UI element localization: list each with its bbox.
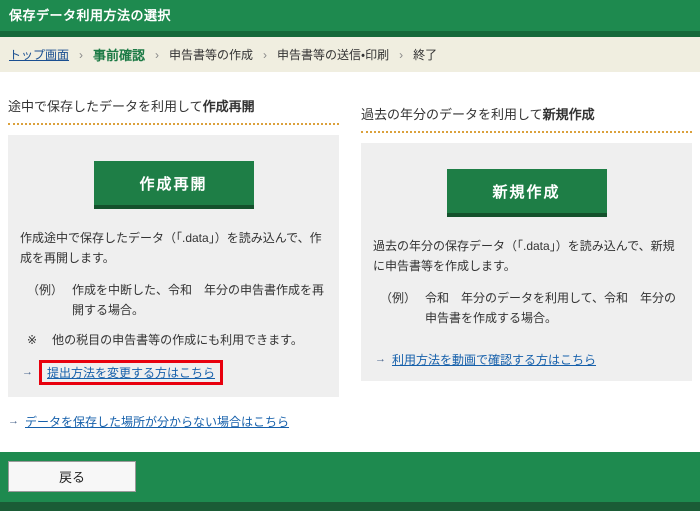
chevron-right-icon: › — [399, 48, 403, 62]
note-text: 他の税目の申告書等の作成にも利用できます。 — [52, 330, 327, 350]
resume-note: ※ 他の税目の申告書等の作成にも利用できます。 — [20, 330, 327, 350]
resume-example: （例） 作成を中断した、令和 年分の申告書作成を再開する場合。 — [20, 280, 327, 321]
red-highlight-box: 提出方法を変更する方はこちら — [39, 360, 223, 385]
change-submission-link-row: → 提出方法を変更する方はこちら — [20, 360, 327, 385]
chevron-right-icon: › — [79, 48, 83, 62]
saved-location-link-row: → データを保存した場所が分からない場合はこちら — [8, 413, 339, 430]
page-title: 保存データ利用方法の選択 — [0, 0, 700, 31]
example-label: （例） — [380, 288, 416, 329]
arrow-right-icon: → — [375, 353, 386, 365]
dotted-divider — [8, 123, 339, 125]
resume-heading-prefix: 途中で保存したデータを利用して — [8, 99, 203, 114]
breadcrumb-step-send-print: 申告書等の送信・印刷 — [277, 46, 389, 63]
dotted-divider — [361, 131, 692, 133]
resume-heading: 途中で保存したデータを利用して作成再開 — [8, 96, 339, 115]
breadcrumb-step-finish: 終了 — [413, 46, 437, 63]
resume-heading-emphasis: 作成再開 — [203, 99, 255, 114]
footer: お問い合わせ 個人情報保護方針 利用規約 推奨環境 Copyright (c) … — [0, 502, 700, 511]
breadcrumb-step-create: 申告書等の作成 — [169, 46, 253, 63]
new-creation-button[interactable]: 新規作成 — [447, 169, 607, 217]
main-content: 途中で保存したデータを利用して作成再開 作成再開 作成途中で保存したデータ（「.… — [0, 72, 700, 430]
resume-panel: 作成再開 作成途中で保存したデータ（「.data」）を読み込んで、作成を再開しま… — [8, 135, 339, 397]
video-link-row: → 利用方法を動画で確認する方はこちら — [373, 351, 680, 368]
new-creation-example: （例） 令和 年分のデータを利用して、令和 年分の申告書を作成する場合。 — [373, 288, 680, 329]
example-text: 令和 年分のデータを利用して、令和 年分の申告書を作成する場合。 — [425, 288, 680, 329]
resume-button[interactable]: 作成再開 — [94, 161, 254, 209]
footer-action-bar: 戻る — [0, 452, 700, 502]
back-button[interactable]: 戻る — [8, 461, 136, 492]
note-marker: ※ — [27, 330, 37, 350]
breadcrumb: トップ画面 › 事前確認 › 申告書等の作成 › 申告書等の送信・印刷 › 終了 — [0, 37, 700, 72]
new-creation-description: 過去の年分の保存データ（「.data」）を読み込んで、新規に申告書等を作成します… — [373, 236, 680, 277]
breadcrumb-current-step: 事前確認 — [93, 45, 145, 64]
chevron-right-icon: › — [155, 48, 159, 62]
new-creation-heading-emphasis: 新規作成 — [543, 107, 595, 122]
page: 保存データ利用方法の選択 トップ画面 › 事前確認 › 申告書等の作成 › 申告… — [0, 0, 700, 511]
saved-data-location-link[interactable]: データを保存した場所が分からない場合はこちら — [25, 413, 289, 430]
arrow-right-icon: → — [22, 366, 33, 378]
chevron-right-icon: › — [263, 48, 267, 62]
example-text: 作成を中断した、令和 年分の申告書作成を再開する場合。 — [72, 280, 327, 321]
video-guide-link[interactable]: 利用方法を動画で確認する方はこちら — [392, 351, 596, 368]
resume-section: 途中で保存したデータを利用して作成再開 作成再開 作成途中で保存したデータ（「.… — [8, 72, 339, 430]
example-label: （例） — [27, 280, 63, 321]
resume-description: 作成途中で保存したデータ（「.data」）を読み込んで、作成を再開します。 — [20, 228, 327, 269]
new-creation-heading: 過去の年分のデータを利用して新規作成 — [361, 104, 692, 123]
change-submission-method-link[interactable]: 提出方法を変更する方はこちら — [47, 366, 215, 380]
new-creation-panel: 新規作成 過去の年分の保存データ（「.data」）を読み込んで、新規に申告書等を… — [361, 143, 692, 381]
arrow-right-icon: → — [8, 415, 19, 427]
new-creation-section: 過去の年分のデータを利用して新規作成 新規作成 過去の年分の保存データ（「.da… — [361, 72, 692, 430]
breadcrumb-top-link[interactable]: トップ画面 — [9, 46, 69, 63]
new-creation-heading-prefix: 過去の年分のデータを利用して — [361, 107, 543, 122]
